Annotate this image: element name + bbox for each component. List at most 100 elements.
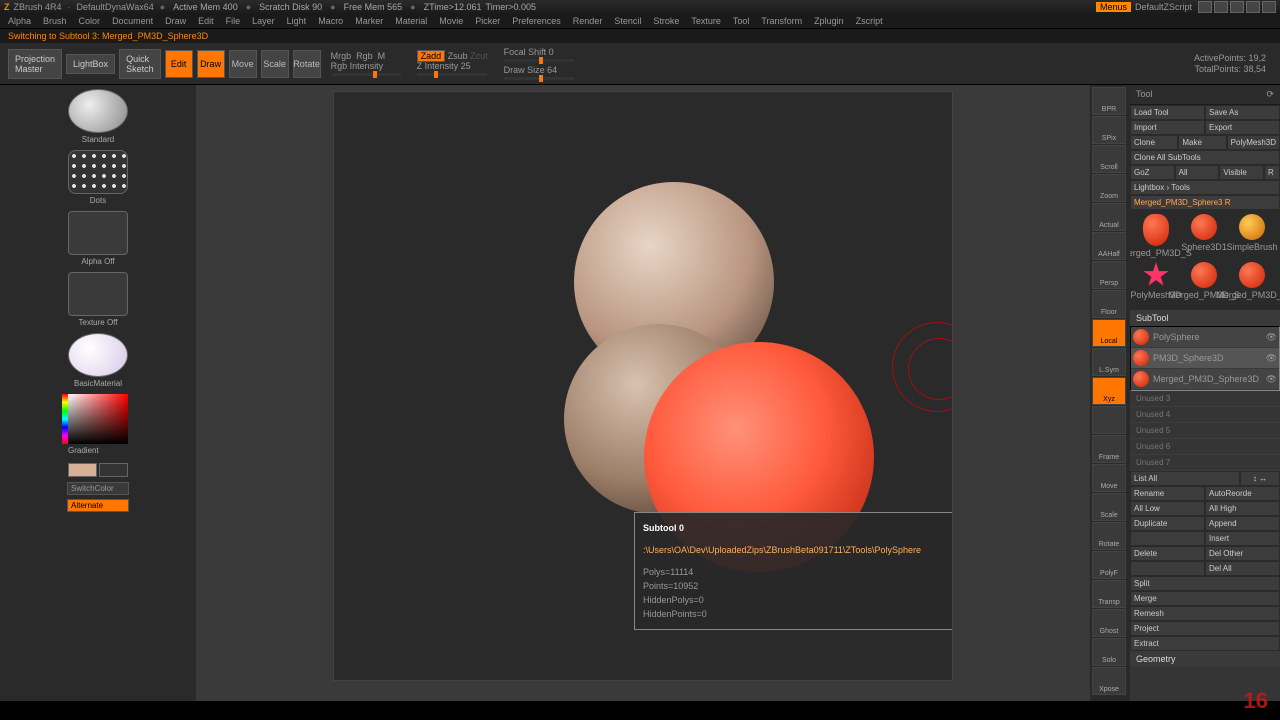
goz-visible-button[interactable]: Visible — [1219, 165, 1264, 180]
menu-marker[interactable]: Marker — [355, 16, 383, 26]
gradient-label[interactable]: Gradient — [68, 446, 192, 455]
auto-reorder-button[interactable]: AutoReorde — [1205, 486, 1280, 501]
nav-xpose-button[interactable]: Xpose — [1092, 667, 1126, 695]
project-button[interactable]: Project — [1130, 621, 1280, 636]
menu-brush[interactable]: Brush — [43, 16, 67, 26]
subtool-header[interactable]: SubTool — [1130, 310, 1280, 326]
menu-movie[interactable]: Movie — [439, 16, 463, 26]
texture-thumb[interactable] — [68, 272, 128, 316]
tool-thumb[interactable]: Merged_PM3D_S — [1132, 212, 1180, 260]
menu-render[interactable]: Render — [573, 16, 603, 26]
nav-ghost-button[interactable]: Ghost — [1092, 609, 1126, 637]
rotate-mode-button[interactable]: Rotate — [293, 50, 321, 78]
rgb-intensity-slider[interactable] — [331, 73, 401, 76]
append-button[interactable]: Append — [1205, 516, 1280, 531]
del-all-button[interactable]: Del All — [1205, 561, 1280, 576]
material-thumb[interactable] — [68, 333, 128, 377]
nav-xyz-button[interactable]: Xyz — [1092, 377, 1126, 405]
list-all-button[interactable]: List All — [1130, 471, 1240, 486]
stroke-thumb[interactable] — [68, 150, 128, 194]
delete-button[interactable]: Delete — [1130, 546, 1205, 561]
color-picker[interactable] — [68, 394, 128, 444]
unused-slot[interactable]: Unused 6 — [1130, 439, 1280, 455]
lightbox-button[interactable]: LightBox — [66, 54, 115, 74]
nav-local-button[interactable]: Local — [1092, 319, 1126, 347]
draw-size-slider[interactable] — [504, 77, 574, 80]
nav-polyf-button[interactable]: PolyF — [1092, 551, 1126, 579]
goz-r-button[interactable]: R — [1264, 165, 1280, 180]
geometry-header[interactable]: Geometry — [1130, 651, 1280, 667]
remesh-button[interactable]: Remesh — [1130, 606, 1280, 621]
scale-mode-button[interactable]: Scale — [261, 50, 289, 78]
menu-stencil[interactable]: Stencil — [614, 16, 641, 26]
focal-shift-slider[interactable] — [504, 59, 574, 62]
nav-spix-button[interactable]: SPix — [1092, 116, 1126, 144]
color-swatches[interactable] — [68, 463, 128, 477]
menu-material[interactable]: Material — [395, 16, 427, 26]
nav-scroll-button[interactable]: Scroll — [1092, 145, 1126, 173]
move-mode-button[interactable]: Move — [229, 50, 257, 78]
nav-solo-button[interactable]: Solo — [1092, 638, 1126, 666]
menu-tool[interactable]: Tool — [733, 16, 750, 26]
edit-mode-button[interactable]: Edit — [165, 50, 193, 78]
lightbox-tools-button[interactable]: Lightbox › Tools — [1130, 180, 1280, 195]
minimize-icon[interactable] — [1230, 1, 1244, 13]
nav-zoom-button[interactable]: Zoom — [1092, 174, 1126, 202]
save-as-button[interactable]: Save As — [1205, 105, 1280, 120]
menu-stroke[interactable]: Stroke — [653, 16, 679, 26]
switch-color-button[interactable]: SwitchColor — [67, 482, 129, 495]
help-icon[interactable] — [1198, 1, 1212, 13]
menu-alpha[interactable]: Alpha — [8, 16, 31, 26]
menu-zscript[interactable]: Zscript — [856, 16, 883, 26]
rename-button[interactable]: Rename — [1130, 486, 1205, 501]
insert-button[interactable]: Insert — [1205, 531, 1280, 546]
nav-rotate-button[interactable]: Rotate — [1092, 522, 1126, 550]
menu-draw[interactable]: Draw — [165, 16, 186, 26]
menu-macro[interactable]: Macro — [318, 16, 343, 26]
nav-persp-button[interactable]: Persp — [1092, 261, 1126, 289]
goz-button[interactable]: GoZ — [1130, 165, 1175, 180]
menu-transform[interactable]: Transform — [761, 16, 802, 26]
menus-toggle[interactable]: Menus — [1096, 2, 1131, 12]
menu-texture[interactable]: Texture — [691, 16, 721, 26]
brush-thumb[interactable] — [68, 89, 128, 133]
tool-thumb[interactable]: Sphere3D1 — [1180, 212, 1228, 260]
draw-mode-button[interactable]: Draw — [197, 50, 225, 78]
nav-move-button[interactable]: Move — [1092, 464, 1126, 492]
current-tool-name[interactable]: Merged_PM3D_Sphere3 R — [1130, 195, 1280, 210]
menu-light[interactable]: Light — [287, 16, 307, 26]
nav-bpr-button[interactable]: BPR — [1092, 87, 1126, 115]
nav-l.sym-button[interactable]: L.Sym — [1092, 348, 1126, 376]
subtool-item[interactable]: PolySphere👁 — [1131, 327, 1279, 348]
menu-preferences[interactable]: Preferences — [512, 16, 561, 26]
tool-thumb[interactable]: Merged_PM3D_S — [1180, 260, 1228, 308]
tool-thumb[interactable]: PolyMesh3D — [1132, 260, 1180, 308]
split-button[interactable]: Split — [1130, 576, 1280, 591]
quick-sketch-button[interactable]: Quick Sketch — [119, 49, 161, 79]
nav-aahalf-button[interactable]: AAHalf — [1092, 232, 1126, 260]
tool-thumb[interactable]: Merged_PM3D_S — [1228, 260, 1276, 308]
clone-all-subtools-button[interactable]: Clone All SubTools — [1130, 150, 1280, 165]
all-high-button[interactable]: All High — [1205, 501, 1280, 516]
clone-button[interactable]: Clone — [1130, 135, 1178, 150]
maximize-icon[interactable] — [1246, 1, 1260, 13]
menu-color[interactable]: Color — [79, 16, 101, 26]
projection-master-button[interactable]: Projection Master — [8, 49, 62, 79]
menu-zplugin[interactable]: Zplugin — [814, 16, 844, 26]
m-button[interactable]: M — [378, 51, 386, 61]
menu-document[interactable]: Document — [112, 16, 153, 26]
extract-button[interactable]: Extract — [1130, 636, 1280, 651]
z-intensity-slider[interactable] — [417, 73, 487, 76]
menu-picker[interactable]: Picker — [475, 16, 500, 26]
nav-floor-button[interactable]: Floor — [1092, 290, 1126, 318]
menu-file[interactable]: File — [226, 16, 241, 26]
pin-icon[interactable] — [1214, 1, 1228, 13]
nav-transp-button[interactable]: Transp — [1092, 580, 1126, 608]
zsub-button[interactable]: Zsub — [448, 51, 468, 61]
unused-slot[interactable]: Unused 5 — [1130, 423, 1280, 439]
subtool-arrows[interactable]: ↕ ↔ — [1240, 471, 1280, 486]
subtool-item[interactable]: PM3D_Sphere3D👁 — [1131, 348, 1279, 369]
all-low-button[interactable]: All Low — [1130, 501, 1205, 516]
nav-blank-button[interactable] — [1092, 406, 1126, 434]
viewport[interactable]: Subtool 0 :\Users\OA\Dev\UploadedZips\ZB… — [333, 91, 953, 681]
